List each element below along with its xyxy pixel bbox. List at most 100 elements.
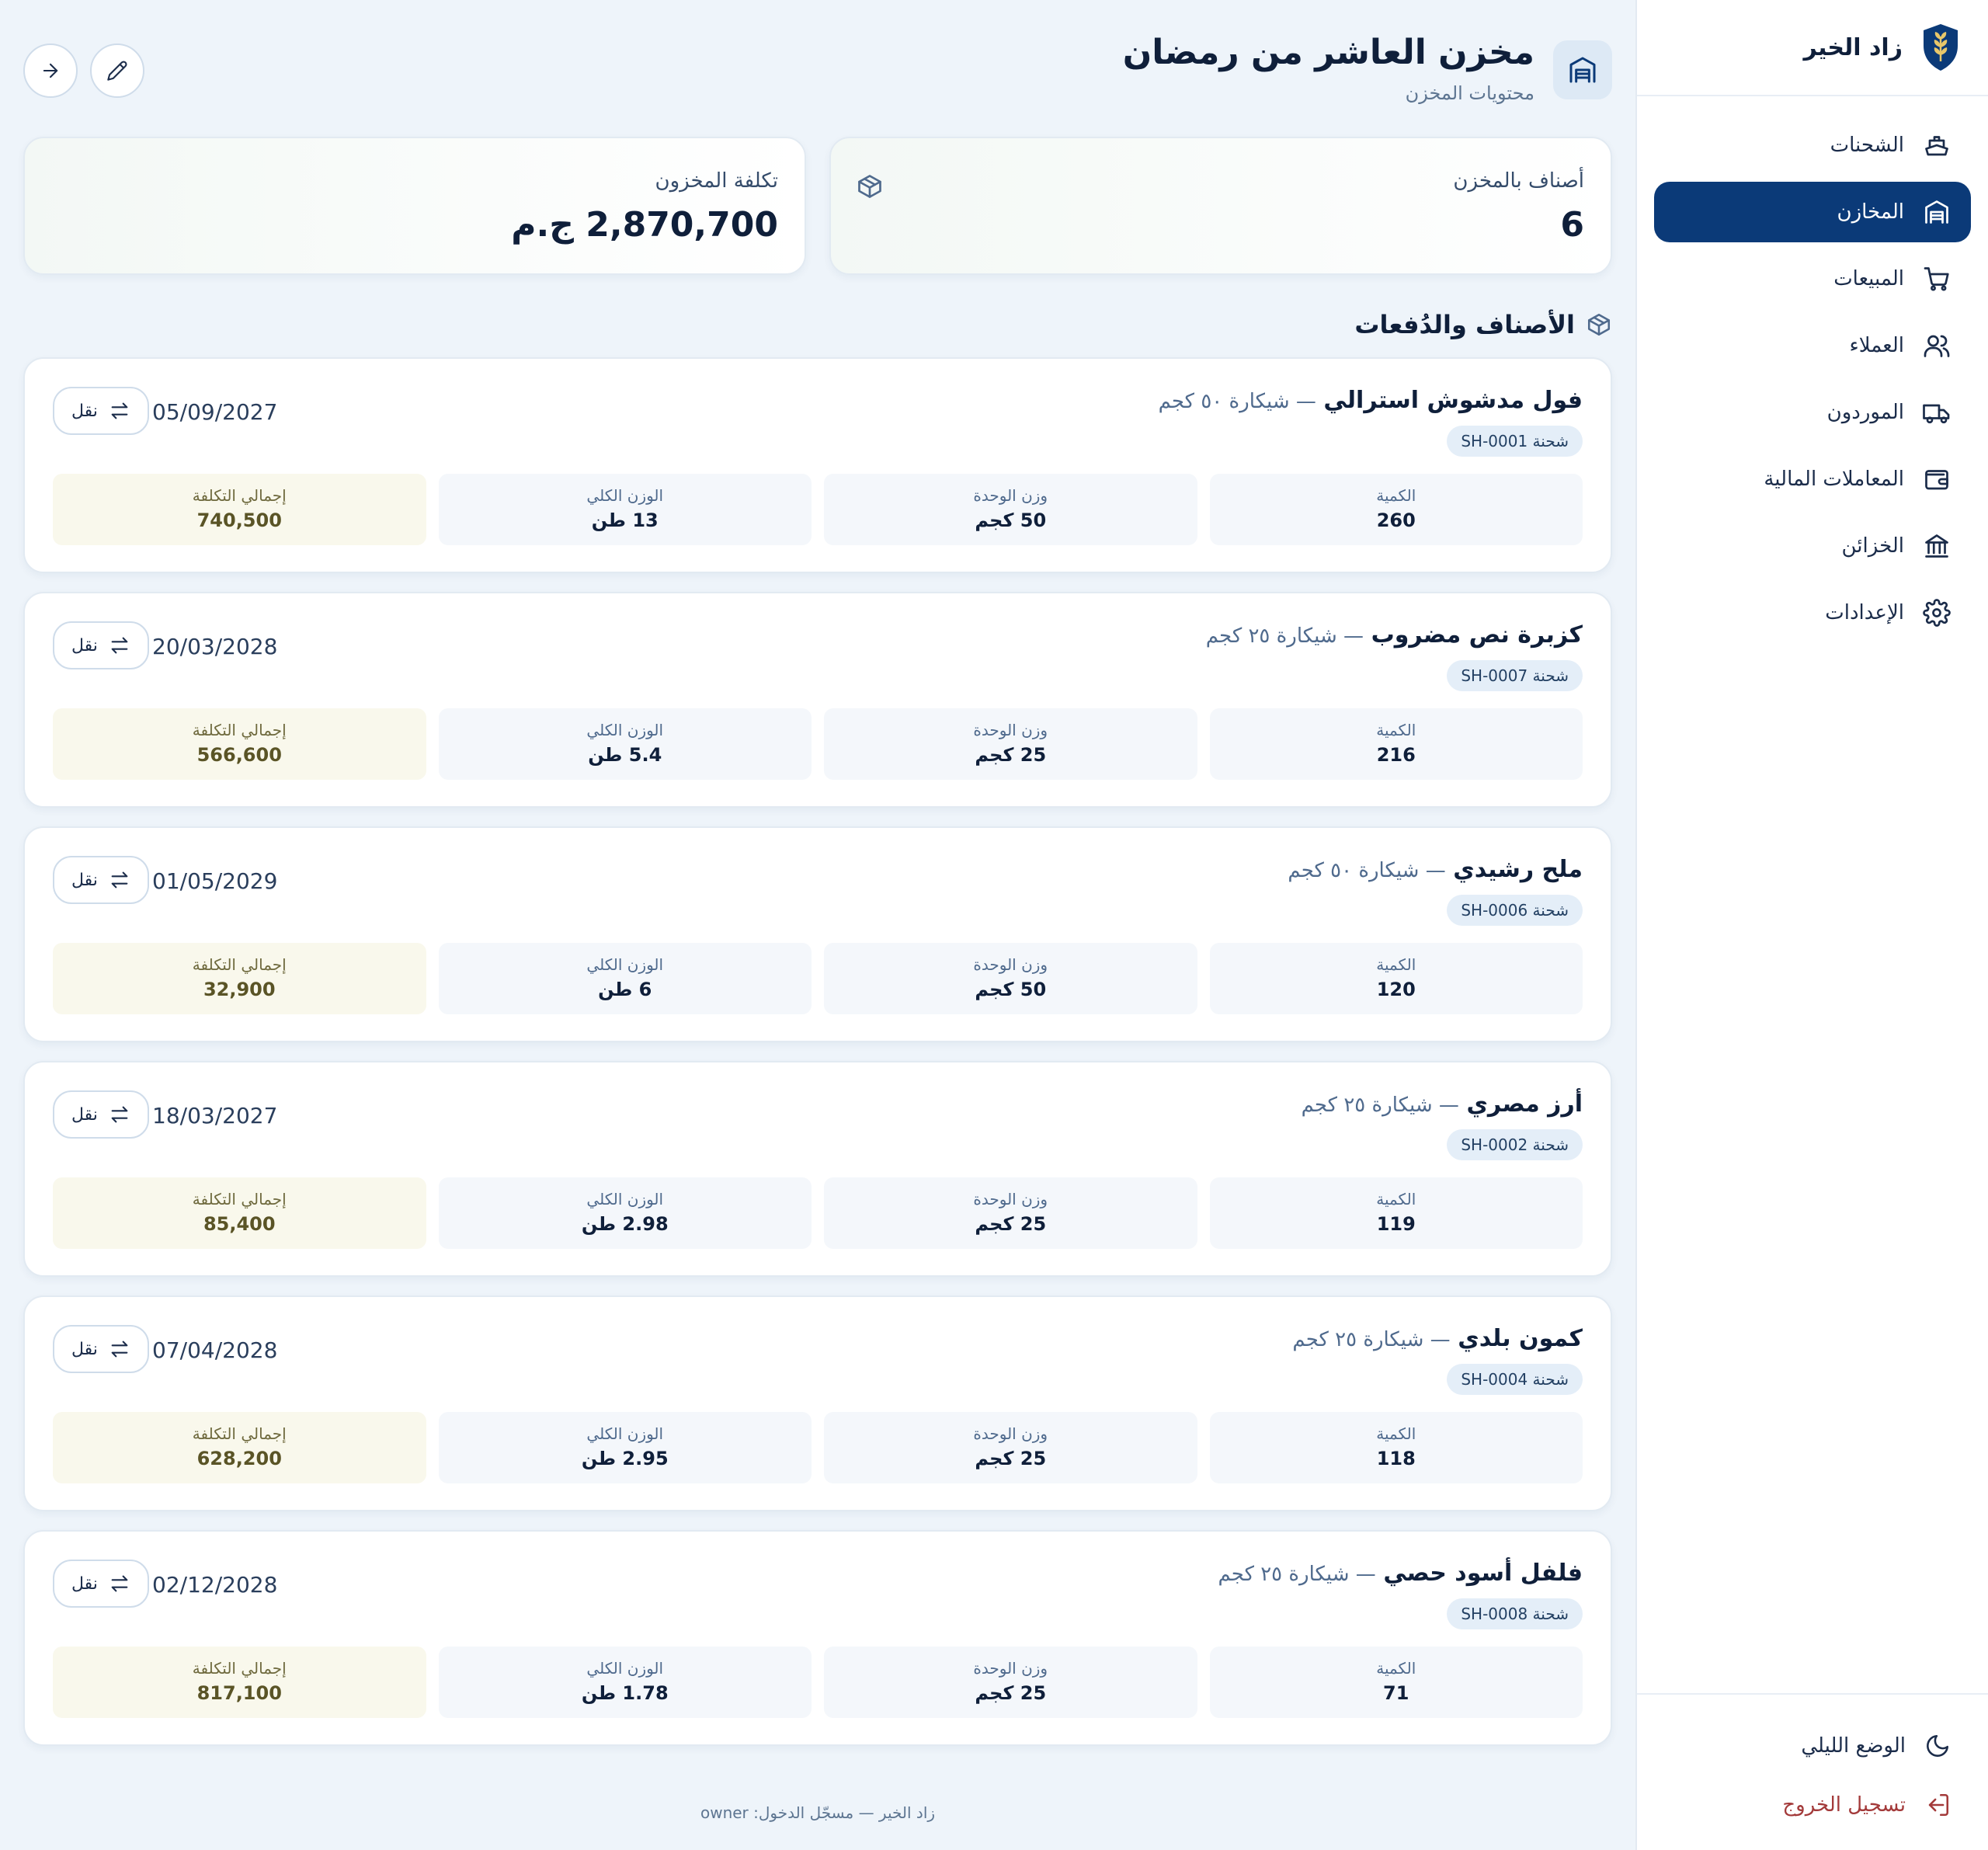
move-button[interactable]: نقل bbox=[53, 1325, 149, 1373]
nav-item-treasuries[interactable]: الخزائن bbox=[1654, 516, 1971, 576]
metric-value: 566,600 bbox=[196, 744, 282, 766]
nav-item-suppliers[interactable]: الموردون bbox=[1654, 382, 1971, 443]
move-label: نقل bbox=[71, 1574, 98, 1594]
metric-label: إجمالي التكلفة bbox=[192, 955, 287, 974]
nav-item-warehouses[interactable]: المخازن bbox=[1654, 182, 1971, 242]
nav-label: الشحنات bbox=[1830, 134, 1904, 157]
metric-label: إجمالي التكلفة bbox=[192, 486, 287, 505]
move-button[interactable]: نقل bbox=[53, 1090, 149, 1139]
edit-button[interactable] bbox=[90, 43, 144, 98]
header-actions bbox=[23, 43, 144, 98]
box-icon bbox=[858, 175, 881, 198]
item-name-line: فول مدشوش استرالي — شيكارة ٥٠ كجم bbox=[1159, 387, 1583, 414]
metric-value: 817,100 bbox=[196, 1682, 282, 1704]
metric-unit-weight: وزن الوحدة 50 كجم bbox=[824, 474, 1197, 545]
metric-total-cost: إجمالي التكلفة 32,900 bbox=[53, 943, 426, 1014]
shipment-badge[interactable]: شحنة SH-0002 bbox=[1447, 1129, 1583, 1160]
metric-value: 71 bbox=[1383, 1682, 1409, 1704]
cart-icon bbox=[1924, 267, 1949, 291]
metric-label: الوزن الكلي bbox=[586, 1190, 664, 1208]
shipment-badge[interactable]: شحنة SH-0006 bbox=[1447, 895, 1583, 926]
metric-label: الوزن الكلي bbox=[586, 1424, 664, 1443]
metric-label: الكمية bbox=[1376, 1190, 1416, 1208]
nav-item-sales[interactable]: المبيعات bbox=[1654, 249, 1971, 309]
dark-mode-label: الوضع الليلي bbox=[1801, 1734, 1906, 1758]
truck-icon bbox=[1923, 404, 1950, 424]
shipment-badge[interactable]: شحنة SH-0008 bbox=[1447, 1598, 1583, 1629]
move-button[interactable]: نقل bbox=[53, 387, 149, 435]
item-package: — شيكارة ٢٥ كجم bbox=[1301, 1094, 1459, 1117]
sidebar: زاد الخير الشحنات المخازن المبيعات العمل… bbox=[1635, 0, 1988, 1850]
metric-value: 25 كجم bbox=[975, 744, 1047, 766]
metric-label: وزن الوحدة bbox=[973, 1659, 1048, 1678]
shipment-badge[interactable]: شحنة SH-0007 bbox=[1447, 660, 1583, 691]
move-button[interactable]: نقل bbox=[53, 621, 149, 669]
stats-row: أصناف بالمخزن 6 تكلفة المخزون 2,870,700 … bbox=[23, 137, 1612, 275]
transfer-icon bbox=[111, 402, 128, 419]
metric-total-cost: إجمالي التكلفة 817,100 bbox=[53, 1647, 426, 1718]
metric-value: 740,500 bbox=[196, 509, 282, 531]
item-package: — شيكارة ٢٥ كجم bbox=[1218, 1563, 1376, 1586]
metric-label: وزن الوحدة bbox=[973, 486, 1048, 505]
main-nav: الشحنات المخازن المبيعات العملاء الموردو… bbox=[1637, 96, 1988, 643]
metric-value: 32,900 bbox=[203, 979, 276, 1000]
move-button[interactable]: نقل bbox=[53, 1560, 149, 1608]
item-card: كزبرة نص مضروب — شيكارة ٢٥ كجم شحنة SH-0… bbox=[23, 592, 1612, 808]
item-package: — شيكارة ٢٥ كجم bbox=[1205, 624, 1364, 648]
bank-icon bbox=[1925, 534, 1948, 558]
metric-label: إجمالي التكلفة bbox=[192, 1659, 287, 1678]
item-name: كزبرة نص مضروب bbox=[1371, 621, 1583, 649]
metric-value: 120 bbox=[1376, 979, 1416, 1000]
item-name: فول مدشوش استرالي bbox=[1323, 387, 1583, 414]
sidebar-bottom: الوضع الليلي تسجيل الخروج bbox=[1637, 1693, 1988, 1850]
page-subtitle: محتويات المخزن bbox=[1405, 82, 1534, 104]
metric-value: 119 bbox=[1376, 1213, 1416, 1235]
dark-mode-toggle[interactable]: الوضع الليلي bbox=[1637, 1716, 1988, 1775]
shipment-badge[interactable]: شحنة SH-0004 bbox=[1447, 1364, 1583, 1395]
item-name: فلفل أسود حصي bbox=[1383, 1560, 1583, 1587]
back-button[interactable] bbox=[23, 43, 78, 98]
metric-value: 50 كجم bbox=[975, 509, 1047, 531]
page-title: مخزن العاشر من رمضان bbox=[1122, 33, 1534, 72]
shipment-badge[interactable]: شحنة SH-0001 bbox=[1447, 426, 1583, 457]
metric-quantity: الكمية 120 bbox=[1209, 943, 1583, 1014]
nav-item-settings[interactable]: الإعدادات bbox=[1654, 582, 1971, 643]
item-name: أرز مصري bbox=[1466, 1090, 1583, 1118]
metric-label: الوزن الكلي bbox=[586, 1659, 664, 1678]
metric-value: 2.98 طن bbox=[581, 1213, 669, 1235]
metric-label: إجمالي التكلفة bbox=[192, 1190, 287, 1208]
pencil-icon bbox=[107, 61, 127, 81]
ship-icon bbox=[1925, 136, 1948, 156]
nav-label: المبيعات bbox=[1833, 267, 1904, 290]
metric-value: 2.95 طن bbox=[581, 1448, 669, 1469]
nav-item-customers[interactable]: العملاء bbox=[1654, 315, 1971, 376]
item-package: — شيكارة ٢٥ كجم bbox=[1292, 1328, 1451, 1351]
transfer-icon bbox=[111, 1341, 128, 1358]
box-icon bbox=[1587, 313, 1611, 336]
main-content: مخزن العاشر من رمضان محتويات المخزن أصنا… bbox=[0, 0, 1635, 1850]
item-metrics: الكمية 120 وزن الوحدة 50 كجم الوزن الكلي… bbox=[53, 943, 1583, 1014]
stat-label: أصناف بالمخزن bbox=[1453, 169, 1584, 193]
metric-unit-weight: وزن الوحدة 25 كجم bbox=[824, 708, 1197, 780]
nav-item-shipments[interactable]: الشحنات bbox=[1654, 115, 1971, 176]
metric-label: الوزن الكلي bbox=[586, 721, 664, 739]
metric-total-cost: إجمالي التكلفة 85,400 bbox=[53, 1177, 426, 1249]
nav-label: الإعدادات bbox=[1825, 601, 1904, 624]
transfer-icon bbox=[111, 1575, 128, 1592]
transfer-icon bbox=[111, 1106, 128, 1123]
metric-value: 1.78 طن bbox=[581, 1682, 669, 1704]
section-title: الأصناف والدُفعات bbox=[23, 301, 1612, 348]
brand[interactable]: زاد الخير bbox=[1637, 0, 1988, 96]
metric-label: إجمالي التكلفة bbox=[192, 721, 287, 739]
item-card: ملح رشيدي — شيكارة ٥٠ كجم شحنة SH-0006 0… bbox=[23, 826, 1612, 1042]
metric-unit-weight: وزن الوحدة 25 كجم bbox=[824, 1412, 1197, 1483]
logout-button[interactable]: تسجيل الخروج bbox=[1637, 1775, 1988, 1834]
nav-item-transactions[interactable]: المعاملات المالية bbox=[1654, 449, 1971, 509]
metric-label: الكمية bbox=[1376, 1424, 1416, 1443]
item-package: — شيكارة ٥٠ كجم bbox=[1158, 390, 1316, 413]
metric-value: 25 كجم bbox=[975, 1213, 1047, 1235]
metric-value: 628,200 bbox=[196, 1448, 282, 1469]
move-button[interactable]: نقل bbox=[53, 856, 149, 904]
transfer-icon bbox=[111, 637, 128, 654]
item-metrics: الكمية 260 وزن الوحدة 50 كجم الوزن الكلي… bbox=[53, 474, 1583, 545]
